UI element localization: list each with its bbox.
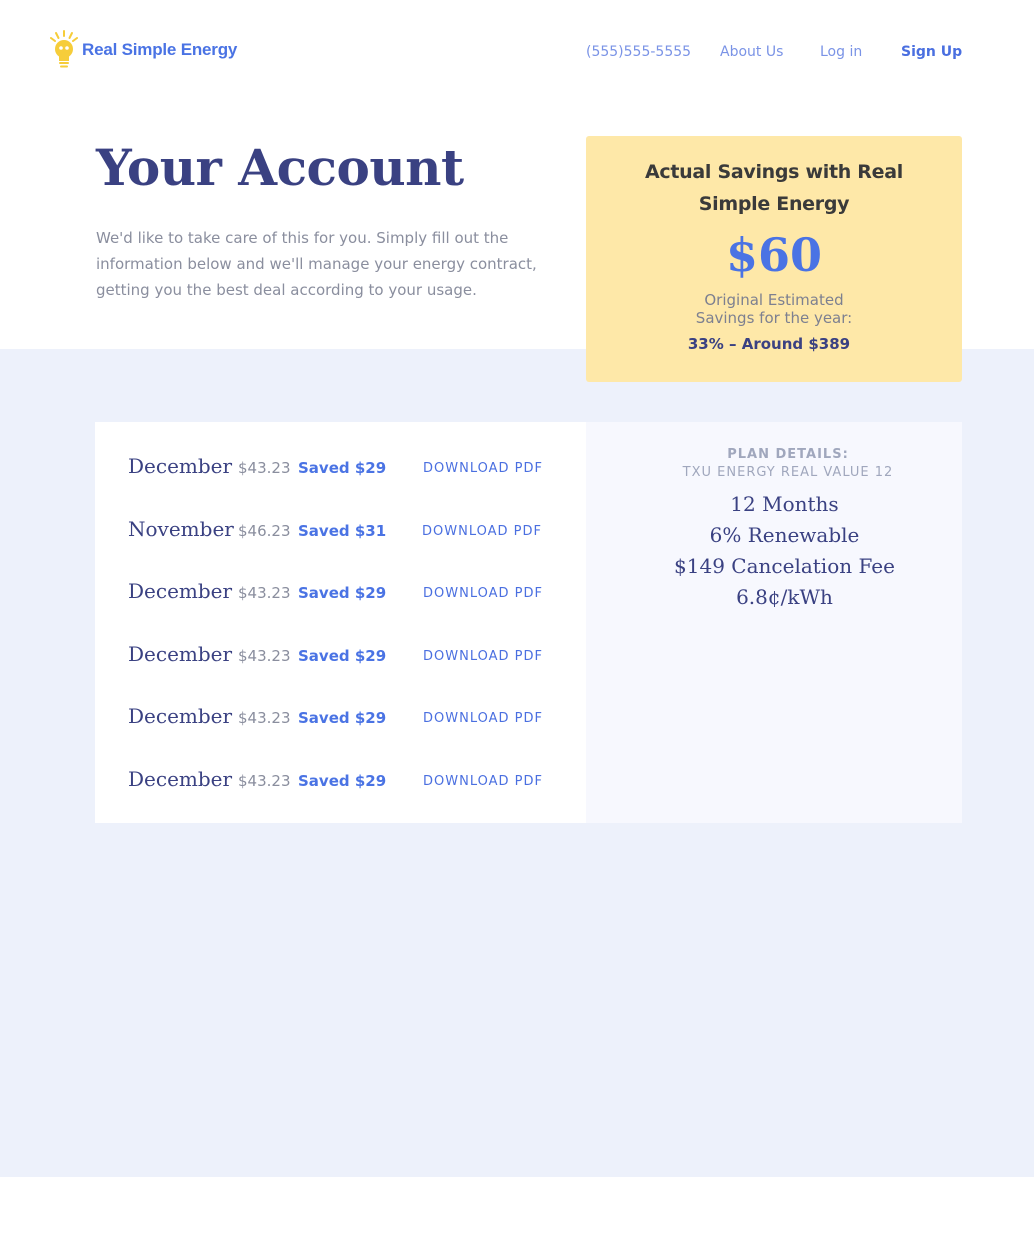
bill-month: December (128, 579, 233, 603)
footer-area (0, 1177, 1034, 1245)
plan-name: TXU ENERGY REAL VALUE 12 (682, 465, 894, 480)
download-pdf-link[interactable]: DOWNLOAD PDF (423, 649, 543, 664)
savings-subtitle: Original Estimated Savings for the year: (695, 291, 853, 327)
download-pdf-link[interactable]: DOWNLOAD PDF (423, 774, 543, 789)
plan-details-list: 12 Months 6% Renewable $149 Cancelation … (586, 489, 983, 613)
logo[interactable]: Real Simple Energy (50, 28, 237, 72)
download-pdf-link[interactable]: DOWNLOAD PDF (423, 461, 543, 476)
bill-amount: $43.23 (238, 459, 291, 477)
bill-month: December (128, 704, 233, 728)
bill-saved: Saved $29 (298, 584, 387, 602)
page-title: Your Account (96, 138, 464, 197)
savings-card: Actual Savings with Real Simple Energy $… (586, 136, 962, 382)
bill-amount: $43.23 (238, 584, 291, 602)
download-pdf-link[interactable]: DOWNLOAD PDF (423, 711, 543, 726)
plan-details-label: PLAN DETAILS: (727, 447, 849, 462)
brand-name: Real Simple Energy (82, 40, 238, 59)
download-pdf-link[interactable]: DOWNLOAD PDF (423, 586, 543, 601)
savings-percent: 33% – Around $389 (687, 335, 851, 353)
nav-log-in[interactable]: Log in (820, 44, 862, 60)
plan-details-panel: PLAN DETAILS: TXU ENERGY REAL VALUE 12 1… (586, 422, 962, 823)
phone-link[interactable]: (555)555-5555 (586, 44, 691, 60)
savings-amount: $60 (725, 228, 823, 282)
download-pdf-link[interactable]: DOWNLOAD PDF (422, 524, 542, 539)
savings-title: Actual Savings with Real Simple Energy (645, 161, 903, 215)
plan-detail-renewable: 6% Renewable (709, 523, 860, 547)
plan-detail-rate: 6.8¢/kWh (736, 585, 833, 609)
bill-amount: $46.23 (238, 522, 291, 540)
nav-about-us[interactable]: About Us (720, 44, 783, 60)
bill-saved: Saved $31 (298, 522, 387, 540)
bill-amount: $43.23 (238, 647, 291, 665)
bill-month: November (128, 517, 234, 541)
plan-detail-cancelation-fee: $149 Cancelation Fee (674, 554, 895, 578)
bill-amount: $43.23 (238, 772, 291, 790)
nav-sign-up[interactable]: Sign Up (901, 44, 962, 60)
bill-saved: Saved $29 (298, 459, 387, 477)
bill-month: December (128, 642, 233, 666)
plan-detail-term: 12 Months (730, 492, 839, 516)
intro-text: We'd like to take care of this for you. … (96, 229, 537, 299)
bill-saved: Saved $29 (298, 772, 387, 790)
bill-amount: $43.23 (238, 709, 291, 727)
bill-saved: Saved $29 (298, 709, 387, 727)
bill-saved: Saved $29 (298, 647, 387, 665)
lightbulb-icon (50, 30, 78, 68)
bill-month: December (128, 767, 233, 791)
bill-month: December (128, 454, 233, 478)
